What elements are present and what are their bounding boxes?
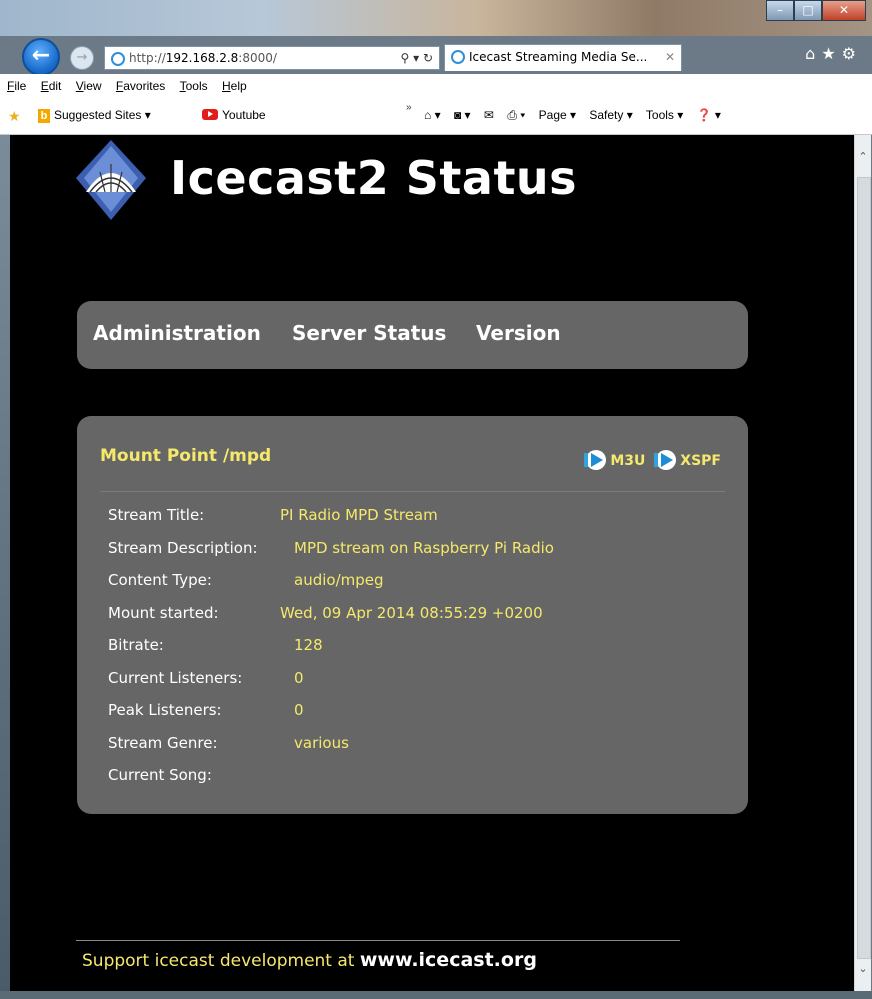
forward-button[interactable]: → <box>70 46 94 70</box>
nav-version-link[interactable]: Version <box>476 321 561 345</box>
detail-value: audio/mpeg <box>294 571 384 589</box>
menu-view[interactable]: View <box>76 74 102 98</box>
mount-point-panel: Mount Point /mpd M3U XSPF Stream Title: P… <box>77 416 748 814</box>
tools-menu[interactable]: Tools ▾ <box>646 108 683 122</box>
nav-administration-link[interactable]: Administration <box>93 321 261 345</box>
scroll-down-icon[interactable]: ⌄ <box>855 961 871 977</box>
page-viewport: Icecast2 Status Administration Server St… <box>10 135 854 991</box>
page-title: Icecast2 Status <box>170 151 578 205</box>
tab-title: Icecast Streaming Media Se... <box>469 50 648 64</box>
detail-row: Stream Description: MPD stream on Raspber… <box>108 539 554 572</box>
address-prefix: http:// <box>129 51 166 65</box>
suggested-sites-link[interactable]: b Suggested Sites ▾ <box>38 108 151 123</box>
address-bar[interactable]: http://192.168.2.8:8000/ ⚲ ▾ ↻ <box>104 46 440 70</box>
window-left-border <box>0 135 10 999</box>
icecast-logo <box>76 140 146 220</box>
nav-panel: Administration Server Status Version <box>77 301 748 369</box>
close-tab-icon[interactable]: ✕ <box>665 45 675 70</box>
home-favorites-settings-icons[interactable]: ⌂★⚙ <box>805 44 862 63</box>
detail-label: Current Song: <box>108 766 212 784</box>
favorites-bar: ★ b Suggested Sites ▾ Youtube » ⌂ ▾ ◙ ▾ ✉… <box>0 98 872 135</box>
mount-point-title: Mount Point /mpd <box>100 446 272 466</box>
detail-row: Peak Listeners: 0 <box>108 701 554 734</box>
page-menu[interactable]: Page ▾ <box>539 108 576 122</box>
detail-row: Bitrate: 128 <box>108 636 554 669</box>
detail-row: Current Listeners: 0 <box>108 669 554 702</box>
footer-divider <box>76 940 680 941</box>
detail-label: Current Listeners: <box>108 668 243 687</box>
detail-value: various <box>294 733 349 752</box>
minimize-button[interactable]: – <box>766 0 794 21</box>
detail-label: Peak Listeners: <box>108 701 222 719</box>
browser-navigation-row: ← → http://192.168.2.8:8000/ ⚲ ▾ ↻ Iceca… <box>0 36 872 76</box>
detail-label: Mount started: <box>108 603 219 622</box>
detail-row: Content Type: audio/mpeg <box>108 571 554 604</box>
search-refresh-icons[interactable]: ⚲ ▾ ↻ <box>401 47 434 69</box>
window-bottom-border <box>0 991 872 999</box>
detail-value: Wed, 09 Apr 2014 08:55:29 +0200 <box>280 603 543 622</box>
detail-value: PI Radio MPD Stream <box>280 506 438 524</box>
detail-label: Content Type: <box>108 571 212 589</box>
detail-value: MPD stream on Raspberry Pi Radio <box>294 538 554 557</box>
detail-value: 128 <box>294 636 323 654</box>
address-host: 192.168.2.8 <box>165 51 239 65</box>
vertical-scrollbar[interactable]: ⌃ ⌄ <box>854 135 871 991</box>
menu-file[interactable]: File <box>7 74 26 98</box>
mail-icon[interactable]: ✉ <box>484 108 494 122</box>
xspf-link[interactable]: XSPF <box>680 453 721 469</box>
detail-row: Stream Title: PI Radio MPD Stream <box>108 506 554 539</box>
icecast-org-link[interactable]: www.icecast.org <box>360 949 537 971</box>
safety-menu[interactable]: Safety ▾ <box>589 108 632 122</box>
nav-server-status-link[interactable]: Server Status <box>292 321 446 345</box>
detail-label: Bitrate: <box>108 636 164 654</box>
playlist-links: M3U XSPF <box>584 450 721 470</box>
favorites-star-icon[interactable]: ★ <box>8 108 21 125</box>
play-icon <box>584 450 607 470</box>
help-icon[interactable]: ❓ ▾ <box>697 108 721 122</box>
back-button[interactable]: ← <box>22 38 60 76</box>
detail-value: 0 <box>294 668 304 687</box>
detail-row: Mount started: Wed, 09 Apr 2014 08:55:29 … <box>108 604 554 637</box>
menu-bar: File Edit View Favorites Tools Help <box>0 74 872 98</box>
detail-label: Stream Description: <box>108 538 258 557</box>
menu-favorites[interactable]: Favorites <box>116 74 165 98</box>
home-icon[interactable]: ⌂ ▾ <box>424 108 441 122</box>
browser-tab[interactable]: Icecast Streaming Media Se... ✕ <box>444 44 682 71</box>
detail-label: Stream Genre: <box>108 733 218 752</box>
overflow-chevron-icon[interactable]: » <box>406 102 412 113</box>
play-icon <box>654 450 677 470</box>
panel-divider <box>100 491 725 492</box>
footer: Support icecast development at www.iceca… <box>82 949 537 971</box>
detail-row: Stream Genre: various <box>108 734 554 767</box>
bing-icon: b <box>38 109 50 123</box>
address-suffix: :8000/ <box>238 51 277 65</box>
command-bar: ⌂ ▾ ◙ ▾ ✉ ⎙ ▾ Page ▾ Safety ▾ Tools ▾ ❓ … <box>424 108 731 123</box>
detail-value: 0 <box>294 701 304 719</box>
detail-label: Stream Title: <box>108 506 205 524</box>
scroll-up-icon[interactable]: ⌃ <box>855 149 871 165</box>
youtube-icon <box>202 109 218 120</box>
print-icon[interactable]: ⎙ ▾ <box>507 108 525 122</box>
menu-help[interactable]: Help <box>222 74 247 98</box>
m3u-link[interactable]: M3U <box>610 453 645 469</box>
window-controls: – □ ✕ <box>766 0 866 21</box>
close-window-button[interactable]: ✕ <box>822 0 866 21</box>
footer-text: Support icecast development at <box>82 951 360 971</box>
maximize-button[interactable]: □ <box>794 0 822 21</box>
ie-tab-icon <box>451 50 465 64</box>
youtube-link[interactable]: Youtube <box>202 108 266 122</box>
window-titlebar: – □ ✕ <box>0 0 872 36</box>
scrollbar-thumb[interactable] <box>857 177 871 959</box>
menu-tools[interactable]: Tools <box>180 74 208 98</box>
menu-edit[interactable]: Edit <box>41 74 62 98</box>
ie-page-icon <box>111 52 125 66</box>
stream-details: Stream Title: PI Radio MPD Stream Stream … <box>108 506 554 799</box>
detail-row: Current Song: <box>108 766 554 799</box>
feeds-icon[interactable]: ◙ ▾ <box>454 108 471 122</box>
